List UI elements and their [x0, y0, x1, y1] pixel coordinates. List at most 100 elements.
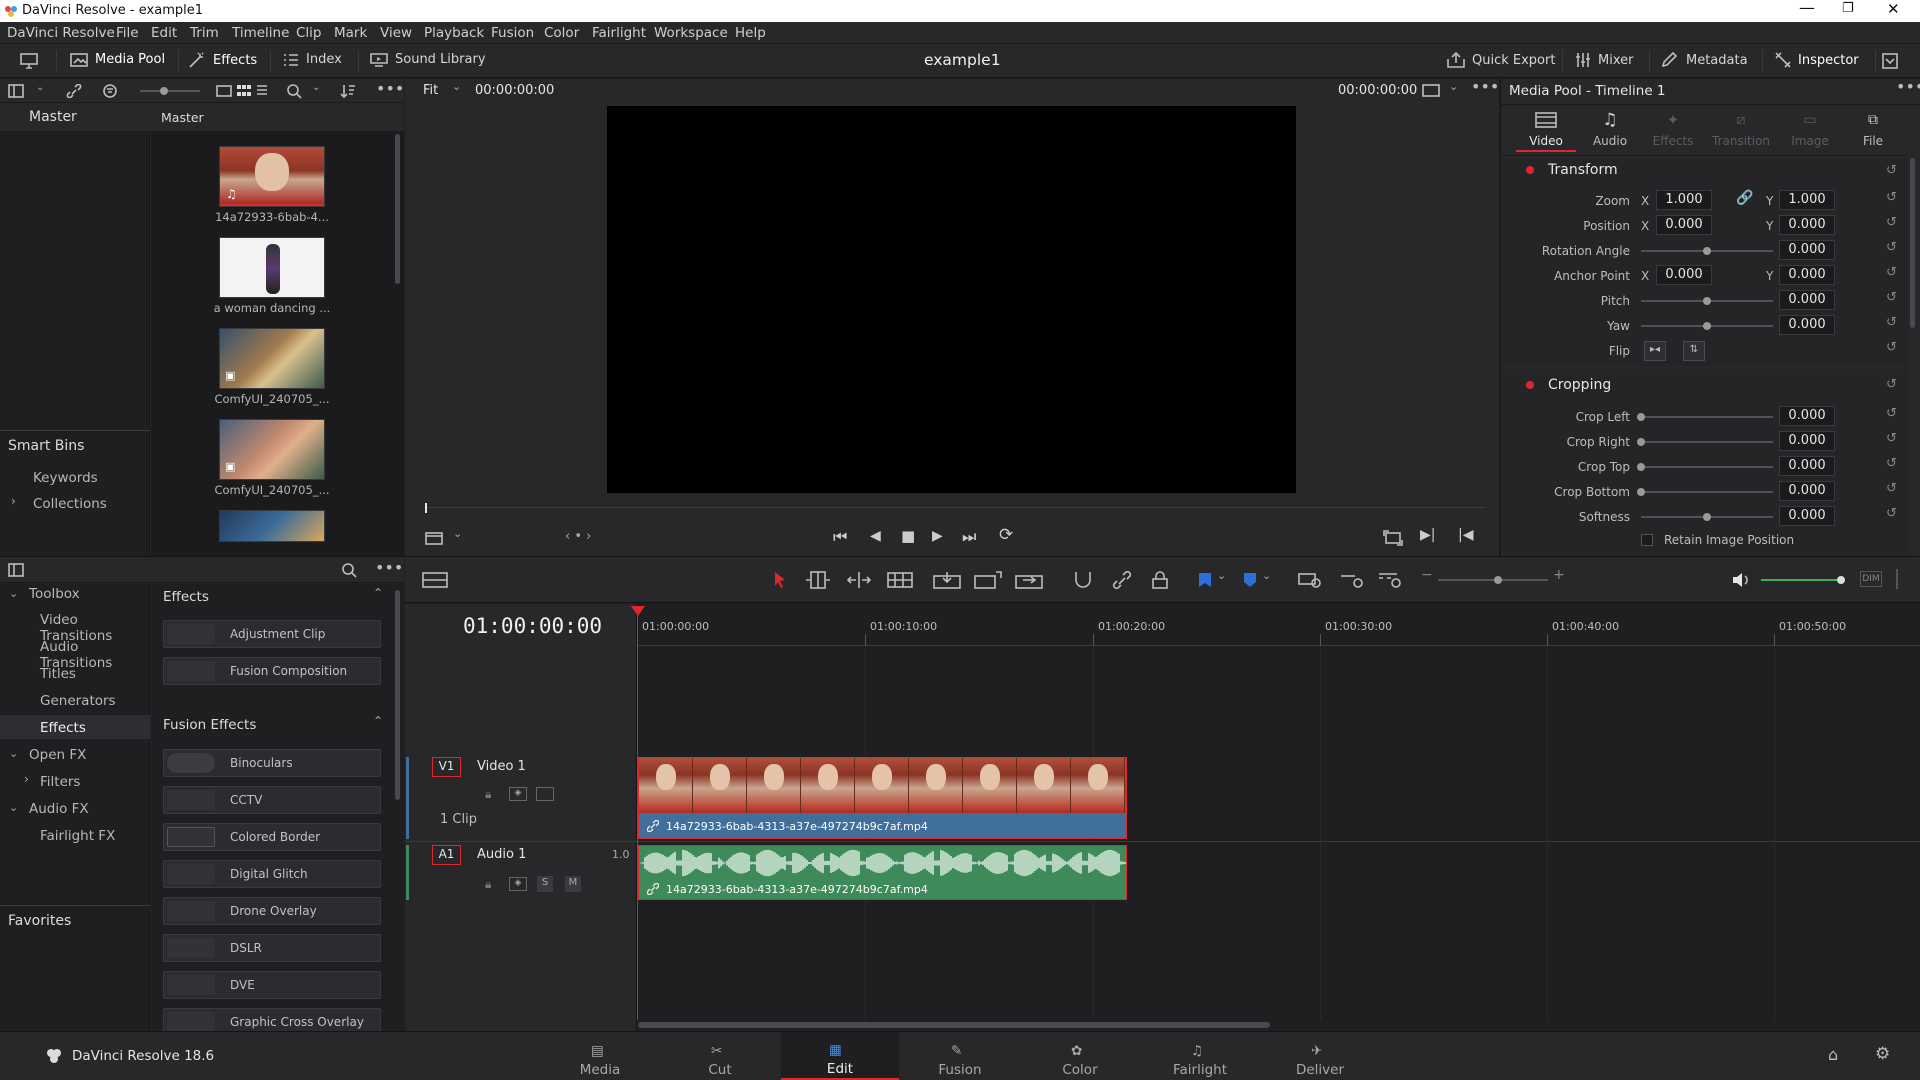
match-frame-icon[interactable] — [1383, 530, 1403, 546]
timeline-horizontal-scrollbar[interactable] — [638, 1022, 1270, 1028]
chevron-down-icon[interactable]: ⌄ — [1262, 569, 1271, 582]
viewer-playhead[interactable] — [425, 503, 427, 513]
a1-track-name[interactable]: Audio 1 — [477, 847, 526, 862]
rotation-slider-knob[interactable] — [1703, 247, 1711, 255]
auto-select-icon[interactable]: ◈ — [509, 877, 527, 891]
reset-icon[interactable]: ↺ — [1886, 315, 1900, 330]
position-lock-icon[interactable] — [1151, 571, 1169, 589]
flip-horizontal-icon[interactable]: ▸◂ — [1644, 341, 1666, 361]
go-to-end-icon[interactable]: ⏭ — [962, 527, 976, 547]
media-pool-button[interactable]: Media Pool — [70, 52, 165, 67]
chevron-down-icon[interactable]: ⌄ — [312, 82, 320, 93]
close-icon[interactable]: ✕ — [1887, 0, 1900, 18]
menu-edit[interactable]: Edit — [151, 25, 177, 41]
mute-button[interactable]: M — [565, 876, 581, 892]
page-deliver[interactable]: ✈ Deliver — [1265, 1040, 1375, 1080]
play-reverse-icon[interactable]: ◀ — [870, 528, 881, 544]
crop-top-knob[interactable] — [1637, 463, 1645, 471]
search-icon[interactable] — [286, 83, 302, 99]
reset-icon[interactable]: ↺ — [1886, 340, 1900, 355]
volume-slider[interactable] — [1761, 579, 1843, 581]
replace-clip-icon[interactable] — [1015, 571, 1043, 589]
menu-color[interactable]: Color — [544, 25, 579, 41]
stop-icon[interactable]: ■ — [901, 527, 915, 545]
timeline-timecode[interactable]: 01:00:00:00 — [463, 614, 602, 638]
chevron-right-icon[interactable]: › — [24, 772, 29, 786]
menu-playback[interactable]: Playback — [424, 25, 484, 41]
chevron-down-icon[interactable]: ⌄ — [36, 82, 44, 93]
anchor-y-field[interactable]: 0.000 — [1779, 265, 1835, 285]
more-options-icon[interactable]: ••• — [375, 558, 403, 577]
crop-top-field[interactable]: 0.000 — [1779, 456, 1835, 476]
zoom-x-field[interactable]: 1.000 — [1656, 190, 1712, 210]
position-x-field[interactable]: 0.000 — [1656, 215, 1712, 235]
effect-item[interactable]: Adjustment Clip — [163, 620, 381, 648]
reset-icon[interactable]: ↺ — [1886, 240, 1900, 255]
chevron-up-icon[interactable]: ⌃ — [373, 586, 383, 600]
disable-video-track-icon[interactable] — [536, 787, 554, 801]
zoom-y-field[interactable]: 1.000 — [1779, 190, 1835, 210]
effect-item[interactable]: Binoculars — [163, 749, 381, 777]
link-icon[interactable] — [66, 84, 82, 98]
crop-top-slider[interactable] — [1641, 466, 1773, 468]
chevron-down-icon[interactable]: ⌄ — [1217, 569, 1226, 582]
crop-bottom-field[interactable]: 0.000 — [1779, 481, 1835, 501]
menu-file[interactable]: File — [116, 25, 139, 41]
minimize-icon[interactable]: — — [1799, 0, 1815, 17]
solo-button[interactable]: S — [537, 876, 553, 892]
softness-knob[interactable] — [1703, 513, 1711, 521]
timeline-ruler[interactable] — [638, 604, 1920, 646]
smart-bin-collections[interactable]: Collections — [33, 496, 107, 512]
tab-transition[interactable]: ⧄ Transition — [1706, 112, 1776, 152]
zoom-fit-dropdown[interactable]: Fit — [423, 83, 438, 98]
page-fusion[interactable]: ✎ Fusion — [905, 1040, 1015, 1080]
lock-track-icon[interactable]: 🔒︎ — [485, 877, 491, 892]
effect-item[interactable]: Colored Border — [163, 823, 381, 851]
lock-track-icon[interactable]: 🔒︎ — [485, 787, 491, 802]
effect-item[interactable]: Digital Glitch — [163, 860, 381, 888]
reset-icon[interactable]: ↺ — [1886, 290, 1900, 305]
sidebar-toggle-icon[interactable] — [8, 84, 24, 98]
clip-thumbnail[interactable] — [219, 510, 325, 542]
reset-icon[interactable]: ↺ — [1886, 431, 1900, 446]
previous-edit-icon[interactable]: |◀ — [1458, 527, 1473, 543]
tree-filters[interactable]: Filters — [40, 774, 80, 790]
softness-field[interactable]: 0.000 — [1779, 506, 1835, 526]
audio-clip[interactable]: 14a72933-6bab-4313-a37e-497274b9c7af.mp4 — [638, 845, 1127, 900]
reset-icon[interactable]: ↺ — [1886, 456, 1900, 471]
effect-item[interactable]: Drone Overlay — [163, 897, 381, 925]
effect-item[interactable]: Graphic Cross Overlay — [163, 1008, 381, 1032]
panel-options-icon[interactable] — [1882, 53, 1898, 69]
effect-item[interactable]: CCTV — [163, 786, 381, 814]
reset-icon[interactable]: ↺ — [1886, 481, 1900, 496]
cropping-header[interactable]: Cropping — [1548, 377, 1611, 393]
timeline-zoom-slider[interactable] — [1438, 579, 1548, 581]
chevron-down-icon[interactable]: ⌄ — [9, 801, 18, 814]
chevron-down-icon[interactable]: ⌄ — [9, 747, 18, 760]
chevron-up-icon[interactable]: ⌃ — [373, 714, 383, 728]
gear-icon[interactable]: ⚙ — [1875, 1044, 1890, 1064]
loop-icon[interactable]: ⟳ — [999, 525, 1013, 545]
page-cut[interactable]: ✂ Cut — [665, 1040, 775, 1080]
effects-button[interactable]: Effects — [188, 52, 257, 68]
crop-left-field[interactable]: 0.000 — [1779, 406, 1835, 426]
transform-enable-toggle[interactable] — [1526, 166, 1534, 174]
auto-select-icon[interactable]: ◈ — [509, 787, 527, 801]
zoom-out-icon[interactable]: − — [1421, 567, 1433, 583]
flag-icon[interactable] — [1198, 572, 1212, 588]
viewer-scrubber[interactable] — [425, 507, 1485, 508]
effect-item[interactable]: DVE — [163, 971, 381, 999]
more-options-icon[interactable]: ••• — [376, 79, 404, 98]
chevron-down-icon[interactable]: ⌄ — [9, 587, 18, 600]
chevron-right-icon[interactable]: › — [11, 494, 16, 508]
flip-vertical-icon[interactable]: ⇅ — [1683, 341, 1705, 361]
timeline-zoom-knob[interactable] — [1494, 576, 1502, 584]
clip-thumbnail[interactable]: ▣ — [219, 328, 325, 389]
blade-tool-icon[interactable] — [887, 572, 913, 588]
retain-image-position-checkbox[interactable] — [1641, 534, 1653, 546]
smart-bin-keywords[interactable]: Keywords — [33, 470, 98, 486]
tab-effects[interactable]: ✦ Effects — [1643, 112, 1703, 152]
transform-header[interactable]: Transform — [1548, 162, 1618, 178]
tab-image[interactable]: ▭ Image — [1780, 112, 1840, 152]
marker-icon[interactable] — [1243, 572, 1257, 588]
